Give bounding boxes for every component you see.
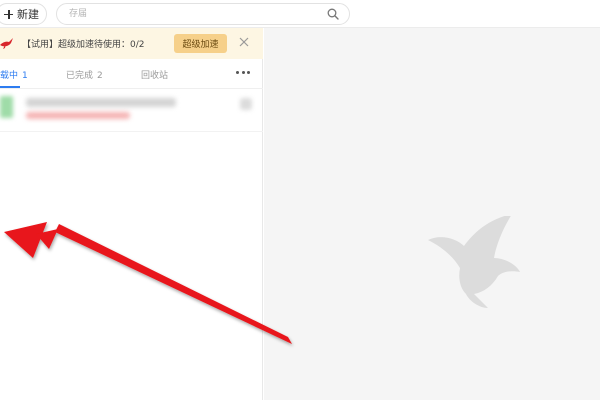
super-boost-button[interactable]: 超级加速 (174, 34, 227, 53)
top-toolbar: 新建 (0, 0, 600, 28)
tab-label: 已完成 (66, 71, 94, 81)
detail-panel (264, 28, 600, 400)
trial-status-text: 【试用】超级加速待使用：0/2 (22, 40, 145, 50)
tab-count: 1 (22, 71, 28, 81)
more-icon[interactable] (236, 71, 250, 75)
close-icon[interactable] (238, 36, 250, 48)
tab-count: 2 (97, 71, 103, 81)
tab-label: 载中 (0, 71, 19, 81)
tab-completed[interactable]: 已完成 2 (66, 68, 103, 81)
new-task-label: 新建 (17, 8, 39, 21)
tab-label: 回收站 (141, 71, 169, 81)
new-task-button[interactable]: 新建 (0, 3, 47, 25)
task-status (26, 112, 130, 119)
download-manager-window: 新建 【试用】超级加速待使用：0/2 超级加速 载中1 (0, 0, 600, 400)
tab-downloading[interactable]: 载中 1 (0, 68, 28, 81)
file-icon (0, 96, 13, 118)
search-icon[interactable] (327, 8, 339, 20)
search-input[interactable] (69, 7, 319, 21)
task-tabs: 载中 1 已完成 2 回收站 (0, 59, 263, 89)
task-row[interactable] (0, 90, 263, 132)
task-name (26, 98, 176, 107)
trial-banner: 【试用】超级加速待使用：0/2 超级加速 (0, 28, 263, 59)
plus-icon (4, 9, 13, 19)
task-action-icon[interactable] (240, 98, 252, 110)
bird-icon (0, 38, 13, 49)
task-list-panel: 【试用】超级加速待使用：0/2 超级加速 载中 1 已完成 2 回收站 (0, 28, 263, 400)
tab-recycle-bin[interactable]: 回收站 (141, 68, 168, 81)
search-box[interactable] (56, 3, 350, 25)
hummingbird-icon (428, 216, 520, 308)
active-tab-indicator (0, 86, 20, 88)
